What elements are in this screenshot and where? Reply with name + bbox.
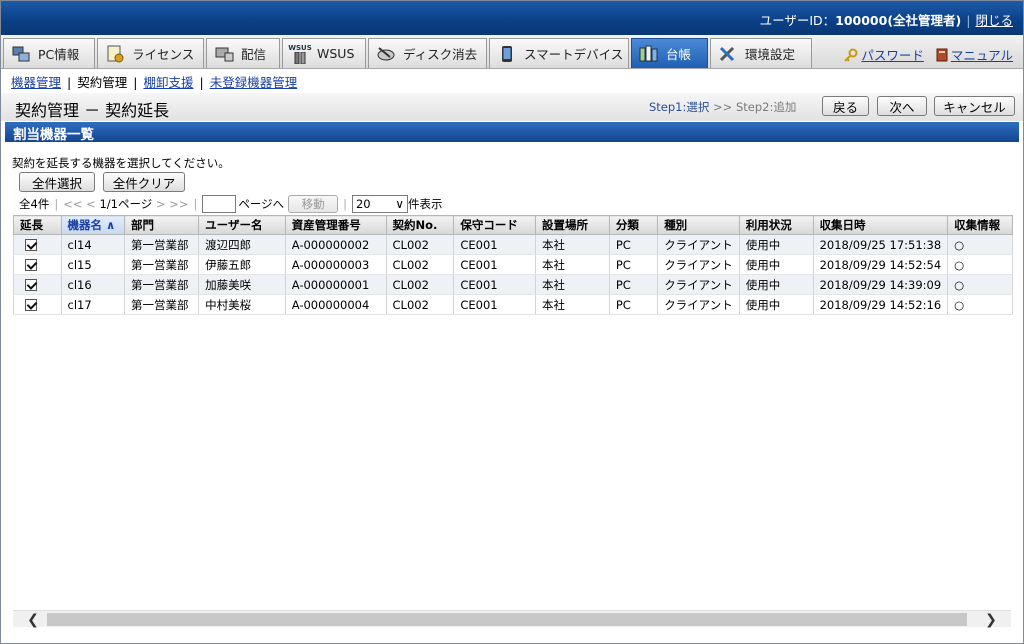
goto-page-label: ページへ bbox=[238, 197, 285, 211]
col-type[interactable]: 種別 bbox=[657, 215, 740, 235]
tab-wsus[interactable]: WSUS WSUS bbox=[282, 38, 366, 68]
col-device-name[interactable]: 機器名 ∧ bbox=[60, 215, 125, 235]
tab-distribution[interactable]: 配信 bbox=[206, 38, 280, 68]
sub-navigation: 機器管理 | 契約管理 | 棚卸支援 | 未登録機器管理 bbox=[11, 75, 298, 90]
col-maintenance-code[interactable]: 保守コード bbox=[453, 215, 536, 235]
col-collected-info[interactable]: 収集情報 bbox=[947, 215, 1013, 235]
close-link[interactable]: 閉じる bbox=[975, 13, 1013, 28]
collected-info-cell: ○ bbox=[947, 254, 1013, 275]
subnav-contract-management: 契約管理 bbox=[77, 75, 128, 90]
manual-link[interactable]: マニュアル bbox=[951, 48, 1013, 63]
tab-pc-info[interactable]: PC情報 bbox=[3, 38, 95, 68]
step-indicator: Step1:選択 >> Step2:追加 bbox=[649, 100, 797, 114]
pager: 全4件 | << < 1/1ページ > >> | ページへ 移動 | 20 ∨ 件… bbox=[19, 195, 443, 213]
table-row[interactable]: cl14 第一営業部 渡辺四郎 A-000000002 CL002 CE001 … bbox=[13, 234, 1013, 255]
col-extend[interactable]: 延長 bbox=[13, 215, 62, 235]
settings-tools-icon bbox=[717, 44, 739, 64]
top-header: ユーザーID：100000(全社管理者) | 閉じる bbox=[1, 1, 1023, 35]
col-usage-status[interactable]: 利用状況 bbox=[738, 215, 814, 235]
step2: Step2:追加 bbox=[735, 100, 797, 114]
prev-page-icon[interactable]: < bbox=[86, 197, 96, 211]
extend-checkbox[interactable] bbox=[25, 259, 37, 271]
tab-settings[interactable]: 環境設定 bbox=[710, 38, 812, 68]
col-category[interactable]: 分類 bbox=[608, 215, 659, 235]
scroll-left-icon[interactable]: ❮ bbox=[23, 611, 43, 628]
clear-all-button[interactable]: 全件クリア bbox=[103, 172, 185, 192]
col-department[interactable]: 部門 bbox=[123, 215, 200, 235]
back-button[interactable]: 戻る bbox=[822, 96, 869, 116]
subnav-device-management[interactable]: 機器管理 bbox=[11, 75, 61, 90]
select-all-button[interactable]: 全件選択 bbox=[19, 172, 95, 192]
per-page-suffix: 件表示 bbox=[407, 197, 443, 211]
total-count: 全4件 bbox=[19, 197, 50, 211]
col-user-name[interactable]: ユーザー名 bbox=[198, 215, 286, 235]
disk-erase-icon bbox=[375, 44, 397, 64]
smart-device-icon bbox=[496, 44, 518, 64]
col-location[interactable]: 設置場所 bbox=[535, 215, 610, 235]
collected-info-cell: ○ bbox=[947, 294, 1013, 315]
license-icon bbox=[104, 44, 126, 64]
extend-checkbox[interactable] bbox=[25, 279, 37, 291]
col-collected-at[interactable]: 収集日時 bbox=[812, 215, 949, 235]
col-contract-no[interactable]: 契約No. bbox=[385, 215, 455, 235]
key-icon bbox=[844, 48, 858, 65]
table-row[interactable]: cl15 第一営業部 伊藤五郎 A-000000003 CL002 CE001 … bbox=[13, 254, 1013, 275]
ledger-icon bbox=[638, 44, 660, 64]
chevron-down-icon: ∨ bbox=[395, 197, 404, 211]
cancel-button[interactable]: キャンセル bbox=[934, 96, 1015, 116]
app-window: ユーザーID：100000(全社管理者) | 閉じる PC情報 ライセンス 配信 W… bbox=[0, 0, 1024, 644]
tab-smart-device[interactable]: スマートデバイス bbox=[489, 38, 629, 68]
distribution-icon bbox=[213, 44, 235, 64]
collected-info-cell: ○ bbox=[947, 274, 1013, 295]
step1: Step1:選択 bbox=[649, 100, 710, 114]
section-header: 割当機器一覧 bbox=[5, 122, 1019, 143]
extend-checkbox[interactable] bbox=[25, 299, 37, 311]
col-asset-number[interactable]: 資産管理番号 bbox=[284, 215, 387, 235]
manual-book-icon bbox=[936, 48, 948, 65]
password-link[interactable]: パスワード bbox=[861, 48, 924, 63]
subnav-unregistered-devices[interactable]: 未登録機器管理 bbox=[210, 75, 298, 90]
tab-license[interactable]: ライセンス bbox=[97, 38, 204, 68]
move-button[interactable]: 移動 bbox=[288, 195, 339, 213]
page-title-bar: 契約管理 － 契約延長 Step1:選択 >> Step2:追加 戻る 次へ キ… bbox=[1, 93, 1023, 121]
tab-disk-erase[interactable]: ディスク消去 bbox=[368, 38, 487, 68]
extend-checkbox[interactable] bbox=[25, 239, 37, 251]
next-page-icon[interactable]: > bbox=[156, 197, 166, 211]
subnav-inventory-support[interactable]: 棚卸支援 bbox=[143, 75, 193, 90]
user-value: 100000(全社管理者) bbox=[835, 13, 962, 28]
scrollbar-thumb[interactable] bbox=[47, 613, 967, 626]
table-header-row: 延長 機器名 ∧ 部門 ユーザー名 資産管理番号 契約No. 保守コード 設置場… bbox=[13, 215, 1013, 235]
scroll-right-icon[interactable]: ❯ bbox=[981, 611, 1001, 628]
horizontal-scrollbar[interactable]: ❮ ❯ bbox=[13, 610, 1011, 628]
per-page-select[interactable]: 20 ∨ bbox=[351, 195, 408, 213]
next-button[interactable]: 次へ bbox=[877, 96, 927, 116]
instruction-text: 契約を延長する機器を選択してください。 bbox=[12, 156, 230, 170]
last-page-icon[interactable]: >> bbox=[169, 197, 188, 211]
tab-ledger[interactable]: 台帳 bbox=[631, 38, 708, 68]
wsus-icon: WSUS bbox=[288, 44, 312, 64]
table-row[interactable]: cl16 第一営業部 加藤美咲 A-000000001 CL002 CE001 … bbox=[13, 274, 1013, 295]
page-info: 1/1ページ bbox=[99, 197, 153, 211]
device-table: 延長 機器名 ∧ 部門 ユーザー名 資産管理番号 契約No. 保守コード 設置場… bbox=[13, 215, 1013, 315]
top-links: パスワード マニュアル bbox=[844, 45, 1013, 65]
sort-asc-icon: ∧ bbox=[106, 218, 116, 232]
table-row[interactable]: cl17 第一営業部 中村美桜 A-000000004 CL002 CE001 … bbox=[13, 294, 1013, 315]
user-label: ユーザーID： bbox=[759, 13, 836, 28]
collected-info-cell: ○ bbox=[947, 234, 1013, 255]
pc-icon bbox=[10, 44, 32, 64]
page-title: 契約管理 － 契約延長 bbox=[15, 101, 170, 120]
page-number-input[interactable] bbox=[202, 195, 237, 213]
user-info: ユーザーID：100000(全社管理者) | 閉じる bbox=[759, 13, 1013, 28]
first-page-icon[interactable]: << bbox=[63, 197, 82, 211]
